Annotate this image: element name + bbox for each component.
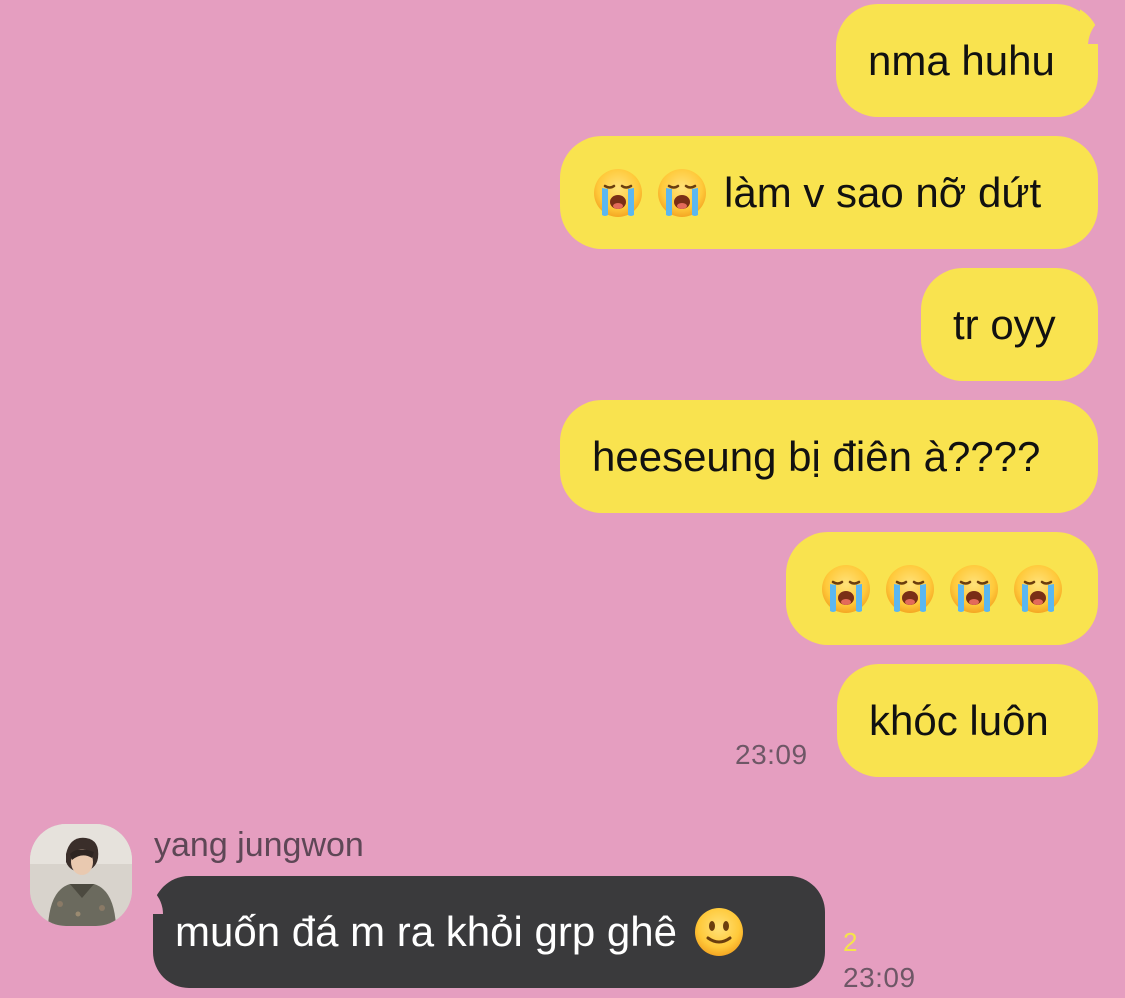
outgoing-message[interactable]: nma huhu — [836, 4, 1112, 117]
profile-photo-icon — [30, 824, 132, 926]
message-text: khóc luôn — [869, 696, 1049, 744]
outgoing-message[interactable]: làm v sao nỡ dứt — [560, 136, 1098, 249]
message-text: làm v sao nỡ dứt — [724, 168, 1042, 216]
bubble-tail — [141, 876, 173, 914]
loudly-crying-face-icon — [820, 563, 872, 615]
unread-count: 2 — [843, 927, 858, 957]
message-text: tr oyy — [953, 300, 1056, 348]
avatar[interactable] — [30, 824, 132, 926]
incoming-message[interactable]: muốn đá m ra khỏi grp ghê — [141, 876, 825, 988]
sender-name: yang jungwon — [154, 826, 364, 864]
emoji-group — [592, 167, 708, 219]
slightly-smiling-face-icon — [693, 906, 745, 958]
loudly-crying-face-icon — [592, 167, 644, 219]
outgoing-message[interactable]: tr oyy — [921, 268, 1098, 381]
loudly-crying-face-icon — [656, 167, 708, 219]
outgoing-message[interactable]: khóc luôn — [837, 664, 1098, 777]
message-text: heeseung bị điên à???? — [592, 432, 1041, 480]
bubble-tail — [1080, 4, 1112, 44]
message-timestamp: 23:09 — [843, 962, 916, 993]
loudly-crying-face-icon — [948, 563, 1000, 615]
loudly-crying-face-icon — [884, 563, 936, 615]
emoji-group — [820, 563, 1064, 615]
outgoing-message[interactable]: heeseung bị điên à???? — [560, 400, 1098, 513]
chat-area[interactable]: nma huhu làm v sao nỡ dứt tr oyy heeseun… — [0, 0, 1125, 998]
message-text: nma huhu — [868, 36, 1055, 84]
loudly-crying-face-icon — [1012, 563, 1064, 615]
message-timestamp: 23:09 — [735, 739, 808, 770]
outgoing-message[interactable] — [786, 532, 1098, 645]
message-text: muốn đá m ra khỏi grp ghê — [175, 908, 677, 955]
